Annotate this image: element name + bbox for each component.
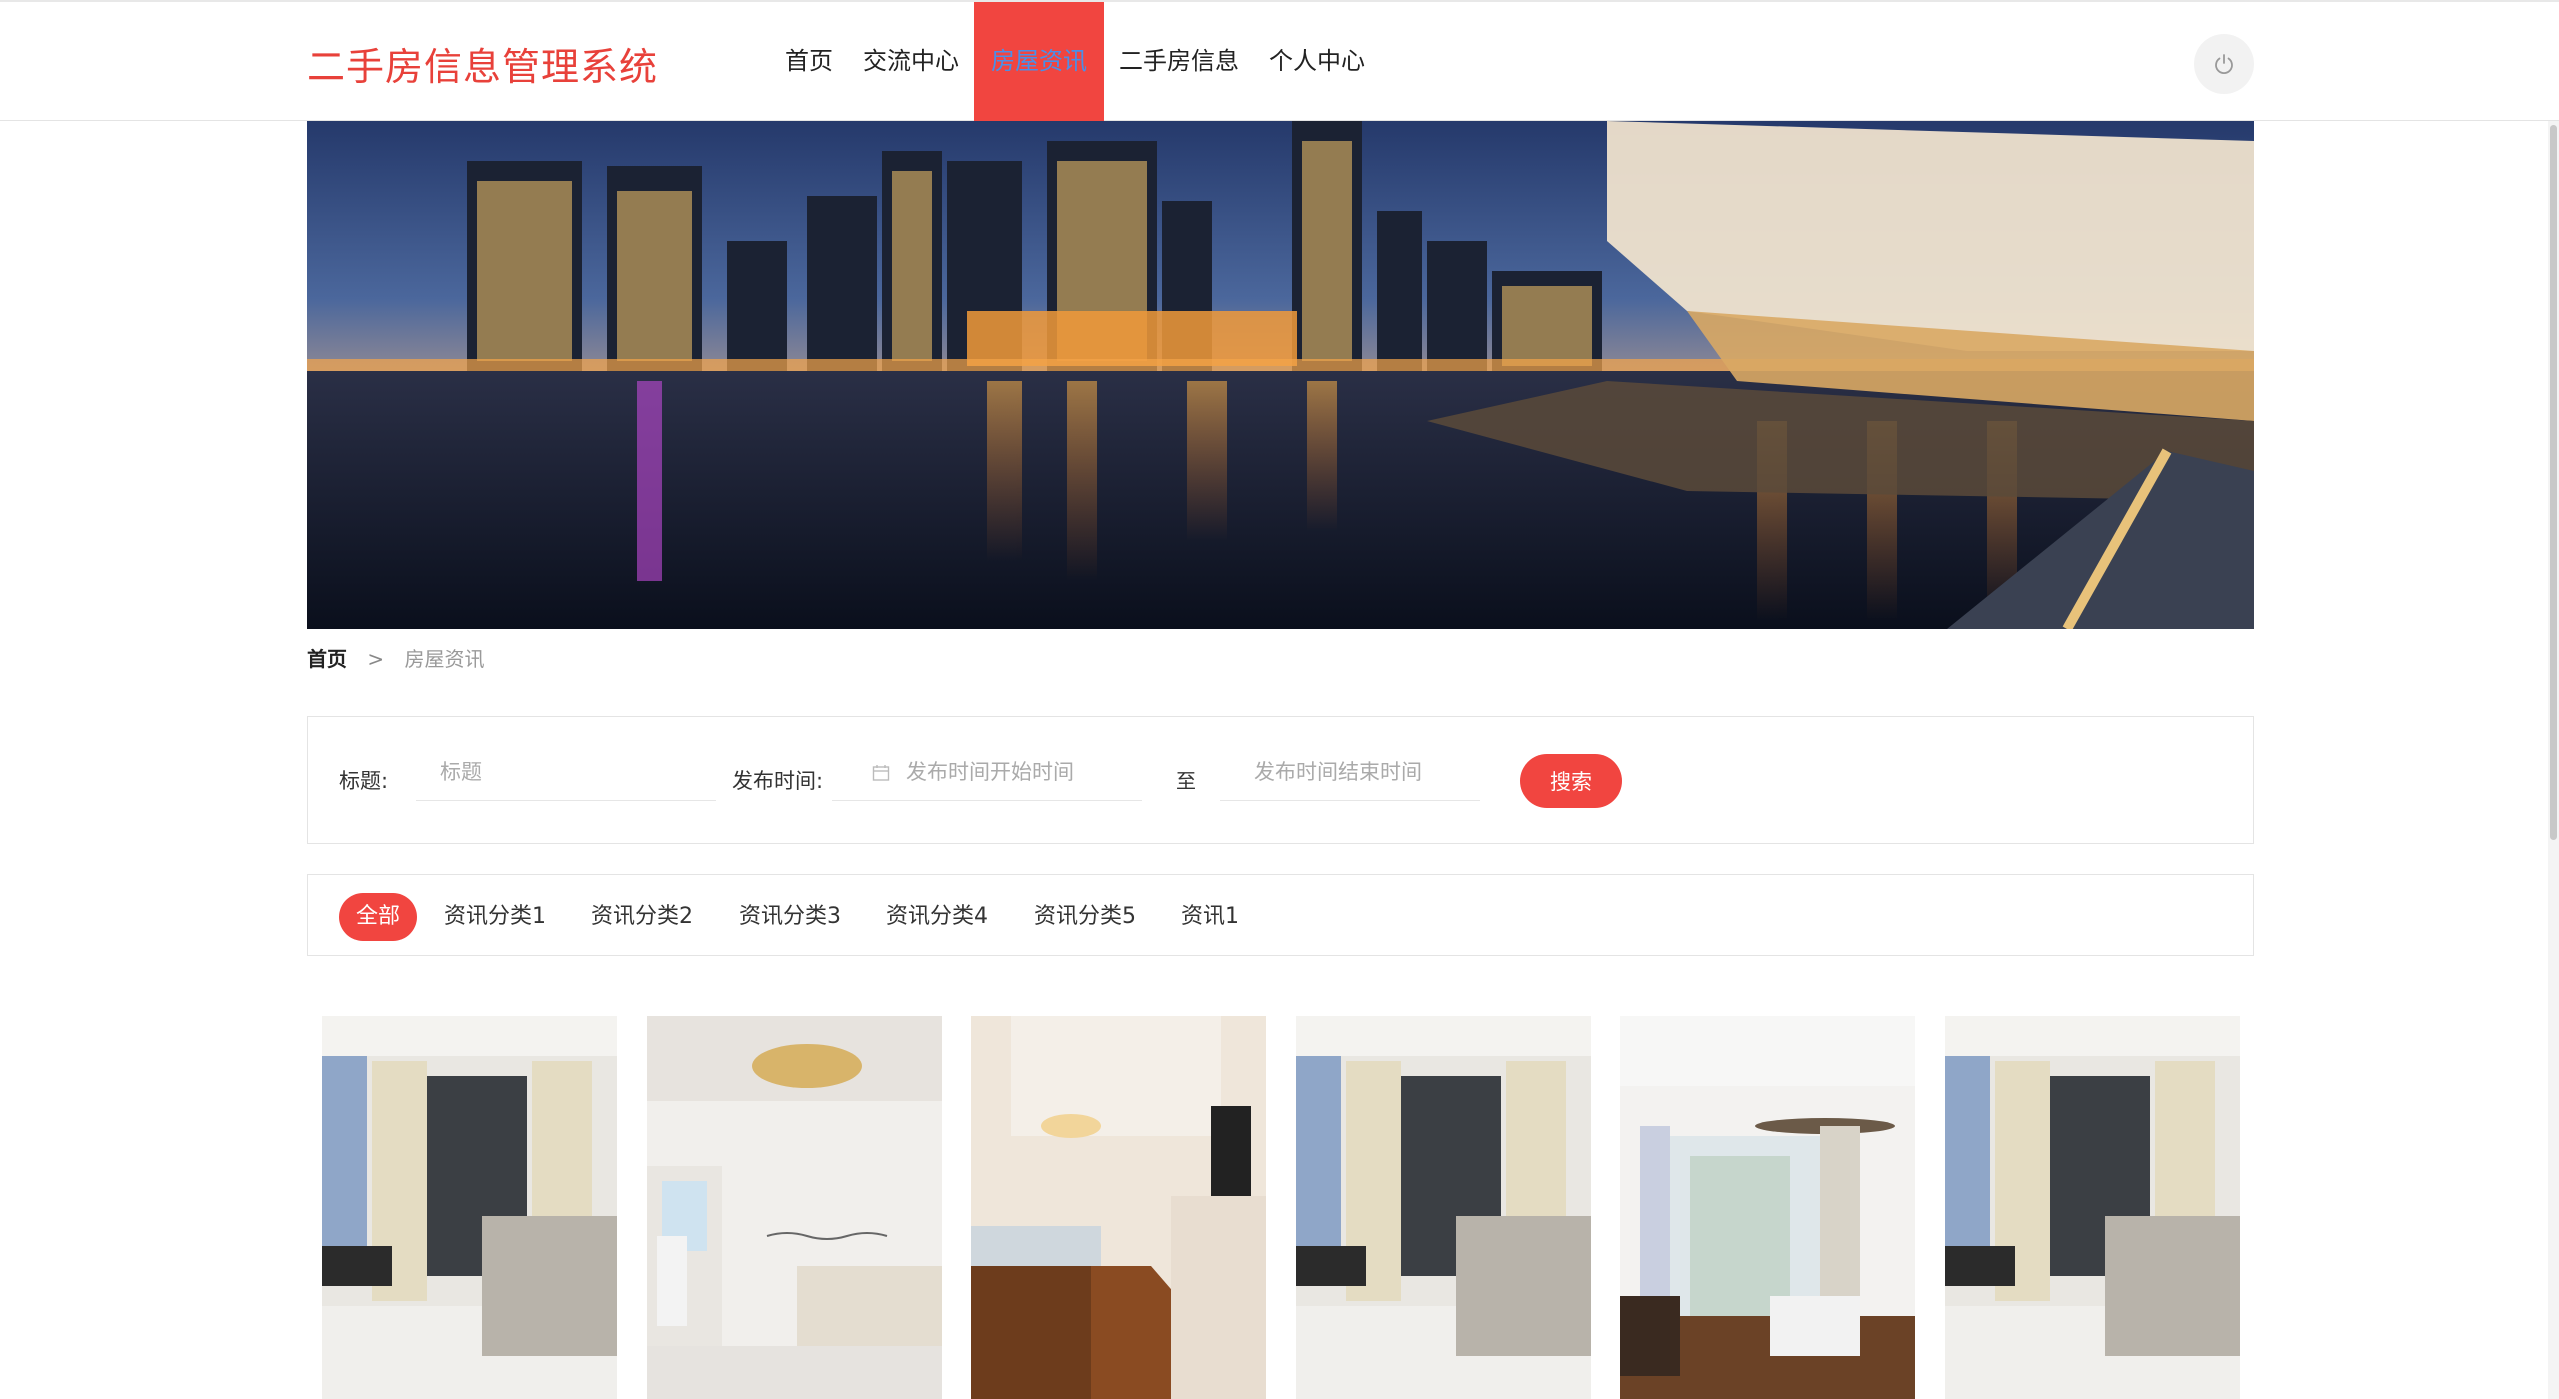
nav-item-profile[interactable]: 个人中心 xyxy=(1254,2,1380,121)
breadcrumb-home[interactable]: 首页 xyxy=(307,647,347,671)
nav-item-news[interactable]: 房屋资讯 xyxy=(974,2,1104,121)
start-date-field[interactable] xyxy=(832,743,1142,801)
publish-time-label: 发布时间: xyxy=(732,769,824,793)
breadcrumb: 首页 > 房屋资讯 xyxy=(307,643,484,672)
category-item[interactable]: 资讯分类3 xyxy=(739,893,841,941)
news-card[interactable] xyxy=(1296,1016,1591,1399)
page-scrollbar-thumb[interactable] xyxy=(2550,125,2557,840)
hallway-photo xyxy=(971,1016,1266,1399)
breadcrumb-current: 房屋资讯 xyxy=(404,647,485,671)
news-card[interactable] xyxy=(322,1016,617,1399)
search-form: 标题: 发布时间: 至 搜索 xyxy=(307,716,2254,844)
news-card[interactable] xyxy=(647,1016,942,1399)
breadcrumb-separator: > xyxy=(367,647,385,671)
title-input[interactable] xyxy=(416,743,716,801)
start-date-input[interactable] xyxy=(904,743,1134,801)
logout-button[interactable] xyxy=(2194,34,2254,94)
category-item[interactable]: 资讯分类4 xyxy=(886,893,988,941)
nav-item-forum[interactable]: 交流中心 xyxy=(848,2,974,121)
news-card[interactable] xyxy=(1620,1016,1915,1399)
category-filter-bar: 全部 资讯分类1 资讯分类2 资讯分类3 资讯分类4 资讯分类5 资讯1 xyxy=(307,874,2254,956)
hero-banner[interactable] xyxy=(307,121,2254,629)
calendar-icon xyxy=(872,765,890,781)
living-room-photo xyxy=(1945,1016,2240,1399)
city-skyline-image xyxy=(307,121,2254,629)
end-date-input[interactable] xyxy=(1220,743,1480,801)
category-item[interactable]: 资讯分类1 xyxy=(444,893,546,941)
living-room-chandelier-photo xyxy=(647,1016,942,1399)
category-item[interactable]: 资讯分类2 xyxy=(591,893,693,941)
title-label: 标题: xyxy=(339,769,389,793)
nav-item-houses[interactable]: 二手房信息 xyxy=(1104,2,1254,121)
category-all[interactable]: 全部 xyxy=(339,893,418,941)
category-item[interactable]: 资讯分类5 xyxy=(1034,893,1136,941)
nav-item-home[interactable]: 首页 xyxy=(770,2,848,121)
living-room-fan-photo xyxy=(1620,1016,1915,1399)
category-item[interactable]: 资讯1 xyxy=(1181,893,1239,941)
living-room-photo xyxy=(1296,1016,1591,1399)
app-title[interactable]: 二手房信息管理系统 xyxy=(307,36,658,91)
search-button[interactable]: 搜索 xyxy=(1520,754,1622,808)
main-nav: 首页 交流中心 房屋资讯 二手房信息 个人中心 xyxy=(770,2,1380,121)
top-navbar: 二手房信息管理系统 首页 交流中心 房屋资讯 二手房信息 个人中心 xyxy=(0,0,2559,121)
power-icon xyxy=(2215,54,2233,75)
news-card[interactable] xyxy=(971,1016,1266,1399)
living-room-photo xyxy=(322,1016,617,1399)
news-card[interactable] xyxy=(1945,1016,2240,1399)
to-label: 至 xyxy=(1176,769,1196,793)
